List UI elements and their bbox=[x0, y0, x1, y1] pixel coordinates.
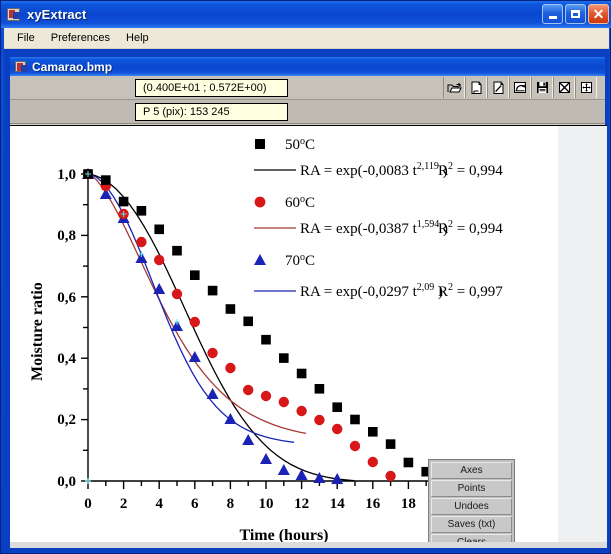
menubar: File Preferences Help bbox=[4, 28, 609, 49]
legend-equation-70C: RA = exp(-0,0297 t2,09 ) bbox=[300, 282, 443, 300]
image-canvas-area[interactable]: 1,0 0,8 0,6 0,4 0,2 0,0 Moisture ratio 0… bbox=[10, 125, 607, 548]
menu-item-preferences[interactable]: Preferences bbox=[44, 30, 119, 47]
window-controls: ✕ bbox=[542, 4, 609, 24]
picked-point-markers bbox=[85, 171, 483, 484]
saves-txt-button[interactable]: Saves (txt) bbox=[431, 516, 512, 533]
series-points-60C bbox=[82, 168, 396, 482]
window-titlebar: xyExtract ✕ bbox=[1, 1, 611, 28]
app-icon bbox=[6, 7, 22, 22]
move-crosshair-icon[interactable] bbox=[575, 77, 597, 98]
svg-text:18: 18 bbox=[401, 496, 416, 512]
svg-text:6: 6 bbox=[191, 496, 199, 512]
window-title: xyExtract bbox=[27, 7, 87, 22]
child-window-titlebar: Camarao.bmp bbox=[10, 57, 605, 76]
y-axis-ticks bbox=[81, 173, 88, 482]
child-window-bottom-strip bbox=[10, 542, 607, 548]
close-button[interactable]: ✕ bbox=[588, 4, 609, 24]
undo-arrow-icon[interactable] bbox=[509, 77, 531, 98]
svg-text:0,0: 0,0 bbox=[57, 474, 76, 490]
legend-r2-70C: R2 = 0,997 bbox=[438, 282, 503, 300]
pixel-display: P 5 (pix): 153 245 bbox=[135, 103, 288, 121]
legend-label-60C: 60oC bbox=[285, 194, 315, 211]
svg-text:0: 0 bbox=[84, 496, 92, 512]
legend-marker-70C bbox=[254, 254, 266, 265]
application-root: xyExtract ✕ File Preferences Help Camara… bbox=[0, 0, 611, 554]
child-window-title: Camarao.bmp bbox=[32, 59, 113, 74]
y-axis-tick-labels: 1,0 0,8 0,6 0,4 0,2 0,0 bbox=[57, 167, 76, 490]
undoes-button[interactable]: Undoes bbox=[431, 498, 512, 515]
coordinate-display: (0.400E+01 ; 0.572E+00) bbox=[135, 79, 288, 97]
menu-item-help[interactable]: Help bbox=[119, 30, 158, 47]
chart-legend: 50oC RA = exp(-0,0083 t2,119 ) R2 = 0,99… bbox=[254, 136, 503, 300]
main-window: xyExtract ✕ File Preferences Help Camara… bbox=[0, 0, 611, 554]
svg-text:0,8: 0,8 bbox=[57, 228, 76, 244]
x-axis-tick-labels: 0 2 4 6 8 10 12 14 16 18 20 bbox=[84, 496, 487, 512]
svg-text:4: 4 bbox=[155, 496, 163, 512]
page-icon[interactable] bbox=[465, 77, 487, 98]
pencil-line-icon[interactable] bbox=[487, 77, 509, 98]
svg-text:0,6: 0,6 bbox=[57, 290, 76, 306]
legend-r2-50C: R2 = 0,994 bbox=[438, 161, 503, 179]
legend-equation-60C: RA = exp(-0,0387 t1,594 ) bbox=[300, 219, 448, 237]
minimize-icon bbox=[548, 16, 557, 19]
y-axis-title: Moisture ratio bbox=[29, 282, 46, 381]
save-floppy-icon[interactable] bbox=[531, 77, 553, 98]
menu-item-file[interactable]: File bbox=[10, 30, 44, 47]
toolbar-row-pixels: P 5 (pix): 153 245 bbox=[10, 100, 605, 124]
svg-text:10: 10 bbox=[259, 496, 274, 512]
toolbar-icons bbox=[443, 77, 597, 98]
open-folder-icon[interactable] bbox=[443, 77, 465, 98]
legend-label-50C: 50oC bbox=[285, 136, 315, 153]
minimize-button[interactable] bbox=[542, 4, 563, 24]
axes-button[interactable]: Axes bbox=[431, 462, 512, 479]
svg-text:8: 8 bbox=[227, 496, 235, 512]
legend-label-70C: 70oC bbox=[285, 252, 315, 269]
svg-text:1,0: 1,0 bbox=[57, 167, 76, 183]
close-icon: ✕ bbox=[592, 6, 605, 22]
legend-marker-60C bbox=[254, 196, 266, 208]
svg-text:2: 2 bbox=[120, 496, 128, 512]
svg-text:0,4: 0,4 bbox=[57, 351, 76, 367]
maximize-button[interactable] bbox=[565, 4, 586, 24]
mdi-client-area: Camarao.bmp (0.400E+01 ; 0.572E+00) P 5 … bbox=[4, 49, 609, 551]
child-window: Camarao.bmp (0.400E+01 ; 0.572E+00) P 5 … bbox=[9, 56, 607, 548]
x-axis-ticks bbox=[87, 481, 481, 489]
svg-text:12: 12 bbox=[294, 496, 309, 512]
clear-x-icon[interactable] bbox=[553, 77, 575, 98]
legend-equation-50C: RA = exp(-0,0083 t2,119 ) bbox=[300, 161, 448, 179]
series-points-50C bbox=[83, 169, 431, 477]
toolbar-row-coordinates: (0.400E+01 ; 0.572E+00) bbox=[10, 76, 605, 100]
legend-marker-50C bbox=[255, 139, 265, 149]
tool-button-panel: Axes Points Undoes Saves (txt) Clears Ad… bbox=[428, 459, 515, 548]
svg-text:16: 16 bbox=[365, 496, 381, 512]
points-button[interactable]: Points bbox=[431, 480, 512, 497]
svg-text:0,2: 0,2 bbox=[57, 412, 76, 428]
legend-r2-60C: R2 = 0,994 bbox=[438, 219, 503, 237]
maximize-icon bbox=[571, 10, 580, 18]
document-icon bbox=[14, 60, 28, 73]
svg-text:14: 14 bbox=[330, 496, 346, 512]
